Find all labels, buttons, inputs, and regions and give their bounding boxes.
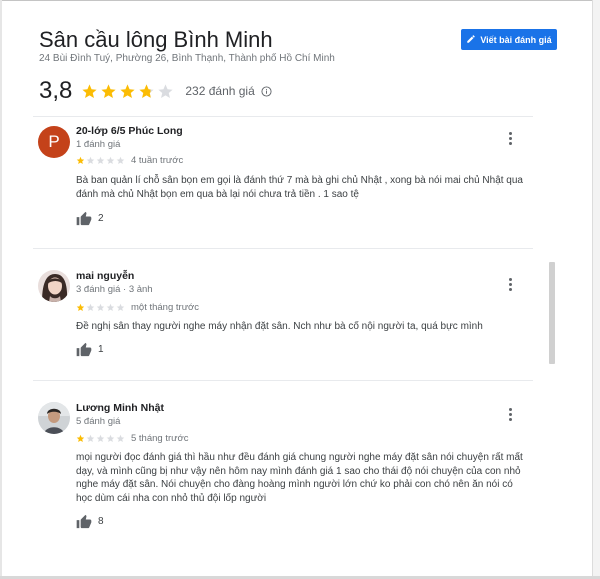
separator [33,116,533,117]
review-author[interactable]: 20-lớp 6/5 Phúc Long [76,125,183,137]
window-top-edge [0,0,600,1]
like-button[interactable]: 8 [76,514,104,529]
review-author-meta: 3 đánh giá · 3 ảnh [76,284,153,295]
like-button[interactable]: 1 [76,342,104,357]
star-icon [76,303,85,311]
review-text: Bà ban quản lí chỗ sân bọn em gọi là đán… [76,175,523,200]
scrollbar-thumb[interactable] [549,262,555,364]
place-address: 24 Bùi Đình Tuý, Phường 26, Bình Thạnh, … [39,53,335,64]
review-date: 5 tháng trước [131,433,189,444]
star-icon [82,83,97,98]
window-left-edge [0,0,2,579]
star-icon [158,83,173,98]
star-icon [76,156,85,164]
rating-stars [81,83,174,100]
star-icon [106,303,115,311]
write-review-label: Viết bài đánh giá [480,34,552,45]
star-icon [106,434,115,442]
avatar[interactable] [38,402,70,434]
place-title: Sân cầu lông Bình Minh [39,27,273,52]
review-author[interactable]: mai nguyễn [76,270,134,282]
avatar[interactable] [38,270,70,302]
review-text: mọi người đọc đánh giá thì hầu như đều đ… [76,452,523,504]
avatar[interactable]: P [38,126,70,158]
star-icon [106,156,115,164]
review-text: Đề nghị sân thay người nghe máy nhận đặt… [76,321,483,332]
star-icon [76,434,85,442]
star-icon [86,156,95,164]
star-icon [116,303,125,311]
profile-photo [38,402,70,434]
more-options-icon[interactable] [503,130,517,146]
star-icon [86,303,95,311]
like-count: 2 [98,213,104,224]
rating-summary: 3,8 232 đánh giá [39,76,272,106]
star-icon [116,156,125,164]
review-stars [76,303,125,312]
review-author-meta: 5 đánh giá [76,416,121,427]
write-review-button[interactable]: Viết bài đánh giá [461,29,557,50]
thumbs-up-icon [76,514,92,529]
star-icon [96,434,105,442]
like-count: 1 [98,344,104,355]
review-stars [76,434,125,443]
review-count: 232 đánh giá [185,84,255,98]
profile-photo [38,270,70,302]
star-icon [96,303,105,311]
pencil-icon [466,34,476,46]
separator [33,380,533,381]
review-author-meta: 1 đánh giá [76,139,121,150]
star-icon [101,83,116,98]
thumbs-up-icon [76,342,92,357]
window-right-edge [592,0,600,579]
more-options-icon[interactable] [503,276,517,292]
info-icon[interactable] [261,85,272,97]
average-rating: 3,8 [39,77,73,104]
star-icon [86,434,95,442]
review-stars [76,156,125,165]
review-date: một tháng trước [131,302,200,313]
separator [33,248,533,249]
star-icon [139,83,154,98]
star-icon [96,156,105,164]
review-date: 4 tuần trước [131,155,184,166]
thumbs-up-icon [76,211,92,226]
star-icon [116,434,125,442]
review-rating-row: 5 tháng trước [76,433,188,444]
review-rating-row: 4 tuần trước [76,155,183,166]
review-author[interactable]: Lương Minh Nhật [76,402,164,414]
star-icon [120,83,135,98]
more-options-icon[interactable] [503,406,517,422]
like-count: 8 [98,516,104,527]
review-rating-row: một tháng trước [76,302,199,313]
like-button[interactable]: 2 [76,211,104,226]
